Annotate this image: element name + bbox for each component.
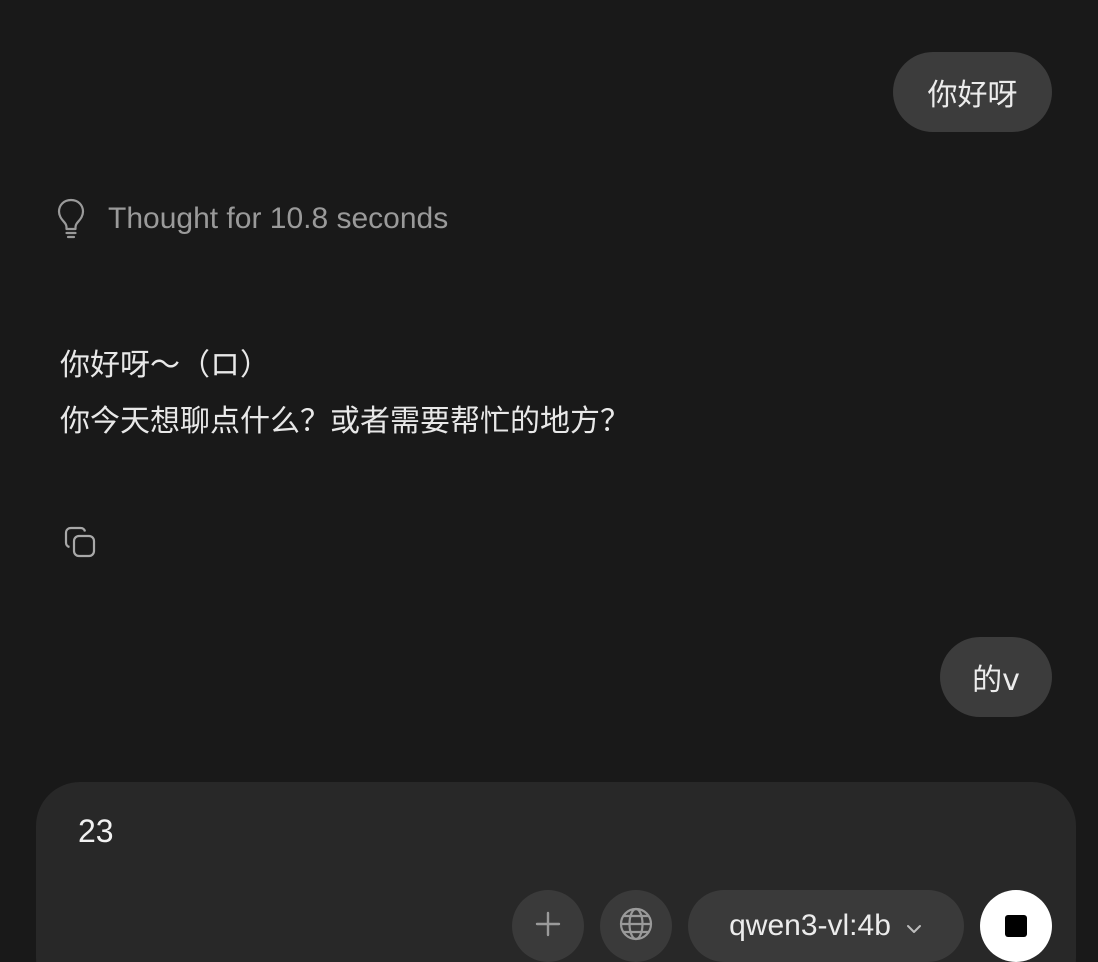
user-message-bubble: 的v [940,637,1052,717]
model-selector[interactable]: qwen3-vl:4b [688,890,964,962]
thought-toggle[interactable]: Thought for 10.8 seconds [56,198,448,240]
stop-icon [1005,915,1027,937]
chevron-down-icon [905,909,923,943]
web-search-button[interactable] [600,890,672,962]
assistant-message-line: 你好呀～（ロ） [60,348,270,383]
lightbulb-icon [56,198,86,240]
chat-page: 你好呀 Thought for 10.8 seconds 你好呀～（ロ） 你今天… [0,0,1098,962]
stop-button[interactable] [980,890,1052,962]
assistant-message-line: 你今天想聊点什么？或者需要帮忙的地方？ [60,404,630,439]
message-composer: qwen3-vl:4b [36,782,1076,962]
model-name: qwen3-vl:4b [729,909,891,942]
globe-icon [618,906,654,947]
user-message-text: 你好呀 [927,78,1018,113]
attach-button[interactable] [512,890,584,962]
plus-icon [534,910,562,943]
message-input[interactable] [76,812,980,851]
thought-label: Thought for 10.8 seconds [108,202,449,235]
copy-button[interactable] [60,524,100,564]
copy-icon [63,525,97,564]
assistant-message: 你好呀～（ロ） 你今天想聊点什么？或者需要帮忙的地方？ [60,338,630,450]
user-message-text: 的v [972,663,1020,698]
user-message-bubble: 你好呀 [893,52,1052,132]
